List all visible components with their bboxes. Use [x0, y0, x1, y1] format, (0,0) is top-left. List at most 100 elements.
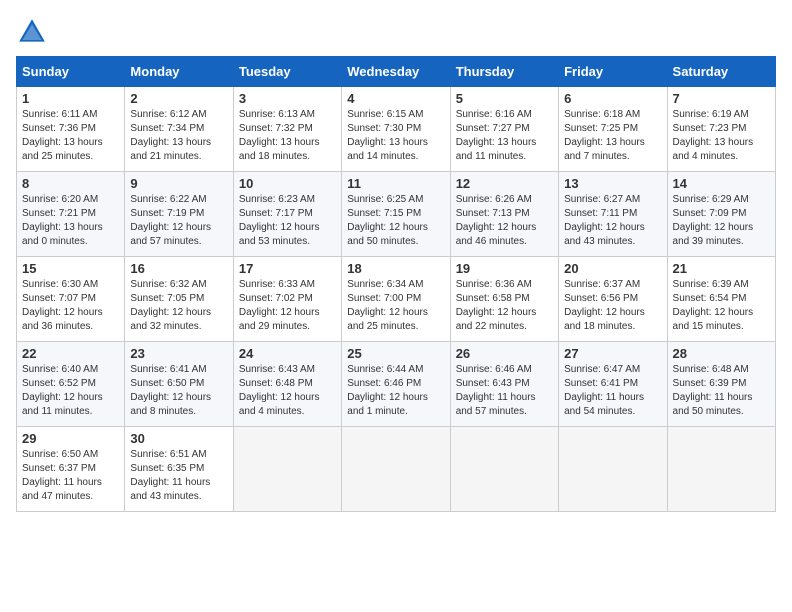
calendar-cell: 23 Sunrise: 6:41 AM Sunset: 6:50 PM Dayli… [125, 342, 233, 427]
cell-content: Sunrise: 6:13 AM Sunset: 7:32 PM Dayligh… [239, 108, 336, 164]
cell-content: Sunrise: 6:29 AM Sunset: 7:09 PM Dayligh… [673, 193, 770, 249]
calendar-cell: 12Sunrise: 6:26 AM Sunset: 7:13 PM Dayli… [450, 172, 558, 257]
day-number: 4 [347, 91, 444, 106]
calendar-cell: 27 Sunrise: 6:47 AM Sunset: 6:41 PM Dayli… [559, 342, 667, 427]
calendar-cell: 21 Sunrise: 6:39 AM Sunset: 6:54 PM Dayli… [667, 257, 775, 342]
cell-content: Sunrise: 6:41 AM Sunset: 6:50 PM Dayligh… [130, 363, 227, 419]
day-number: 27 [564, 346, 661, 361]
calendar-cell: 19 Sunrise: 6:36 AM Sunset: 6:58 PM Dayli… [450, 257, 558, 342]
logo-icon [16, 16, 48, 48]
cell-content: Sunrise: 6:16 AM Sunset: 7:27 PM Dayligh… [456, 108, 553, 164]
day-number: 22 [22, 346, 119, 361]
day-number: 14 [673, 176, 770, 191]
calendar-cell [450, 427, 558, 512]
cell-content: Sunrise: 6:19 AM Sunset: 7:23 PM Dayligh… [673, 108, 770, 164]
cell-content: Sunrise: 6:48 AM Sunset: 6:39 PM Dayligh… [673, 363, 770, 419]
calendar-table: SundayMondayTuesdayWednesdayThursdayFrid… [16, 56, 776, 512]
calendar-cell: 6 Sunrise: 6:18 AM Sunset: 7:25 PM Daylig… [559, 87, 667, 172]
calendar-body: 1Sunrise: 6:11 AM Sunset: 7:36 PM Daylig… [17, 87, 776, 512]
cell-content: Sunrise: 6:30 AM Sunset: 7:07 PM Dayligh… [22, 278, 119, 334]
day-number: 30 [130, 431, 227, 446]
calendar-week-row: 22Sunrise: 6:40 AM Sunset: 6:52 PM Dayli… [17, 342, 776, 427]
calendar-cell: 9 Sunrise: 6:22 AM Sunset: 7:19 PM Daylig… [125, 172, 233, 257]
calendar-cell: 22Sunrise: 6:40 AM Sunset: 6:52 PM Dayli… [17, 342, 125, 427]
calendar-cell: 28 Sunrise: 6:48 AM Sunset: 6:39 PM Dayli… [667, 342, 775, 427]
day-number: 20 [564, 261, 661, 276]
cell-content: Sunrise: 6:27 AM Sunset: 7:11 PM Dayligh… [564, 193, 661, 249]
day-number: 6 [564, 91, 661, 106]
calendar-week-row: 1Sunrise: 6:11 AM Sunset: 7:36 PM Daylig… [17, 87, 776, 172]
day-number: 15 [22, 261, 119, 276]
day-number: 28 [673, 346, 770, 361]
calendar-cell: 3 Sunrise: 6:13 AM Sunset: 7:32 PM Daylig… [233, 87, 341, 172]
day-number: 5 [456, 91, 553, 106]
day-number: 19 [456, 261, 553, 276]
cell-content: Sunrise: 6:18 AM Sunset: 7:25 PM Dayligh… [564, 108, 661, 164]
calendar-cell: 24 Sunrise: 6:43 AM Sunset: 6:48 PM Dayli… [233, 342, 341, 427]
calendar-cell: 2 Sunrise: 6:12 AM Sunset: 7:34 PM Daylig… [125, 87, 233, 172]
calendar-week-row: 29 Sunrise: 6:50 AM Sunset: 6:37 PM Dayli… [17, 427, 776, 512]
cell-content: Sunrise: 6:47 AM Sunset: 6:41 PM Dayligh… [564, 363, 661, 419]
day-number: 18 [347, 261, 444, 276]
weekday-header: Saturday [667, 57, 775, 87]
cell-content: Sunrise: 6:23 AM Sunset: 7:17 PM Dayligh… [239, 193, 336, 249]
day-number: 25 [347, 346, 444, 361]
calendar-cell: 20Sunrise: 6:37 AM Sunset: 6:56 PM Dayli… [559, 257, 667, 342]
calendar-cell: 29 Sunrise: 6:50 AM Sunset: 6:37 PM Dayli… [17, 427, 125, 512]
calendar-cell [233, 427, 341, 512]
day-number: 17 [239, 261, 336, 276]
cell-content: Sunrise: 6:32 AM Sunset: 7:05 PM Dayligh… [130, 278, 227, 334]
calendar-cell: 16 Sunrise: 6:32 AM Sunset: 7:05 PM Dayli… [125, 257, 233, 342]
calendar-cell: 30 Sunrise: 6:51 AM Sunset: 6:35 PM Dayli… [125, 427, 233, 512]
day-number: 7 [673, 91, 770, 106]
cell-content: Sunrise: 6:50 AM Sunset: 6:37 PM Dayligh… [22, 448, 119, 504]
day-number: 26 [456, 346, 553, 361]
cell-content: Sunrise: 6:33 AM Sunset: 7:02 PM Dayligh… [239, 278, 336, 334]
weekday-header: Tuesday [233, 57, 341, 87]
calendar-cell: 25Sunrise: 6:44 AM Sunset: 6:46 PM Dayli… [342, 342, 450, 427]
cell-content: Sunrise: 6:39 AM Sunset: 6:54 PM Dayligh… [673, 278, 770, 334]
day-number: 2 [130, 91, 227, 106]
weekday-header: Sunday [17, 57, 125, 87]
cell-content: Sunrise: 6:51 AM Sunset: 6:35 PM Dayligh… [130, 448, 227, 504]
calendar-cell: 15 Sunrise: 6:30 AM Sunset: 7:07 PM Dayli… [17, 257, 125, 342]
calendar-cell: 14 Sunrise: 6:29 AM Sunset: 7:09 PM Dayli… [667, 172, 775, 257]
calendar-cell: 8 Sunrise: 6:20 AM Sunset: 7:21 PM Daylig… [17, 172, 125, 257]
cell-content: Sunrise: 6:20 AM Sunset: 7:21 PM Dayligh… [22, 193, 119, 249]
cell-content: Sunrise: 6:22 AM Sunset: 7:19 PM Dayligh… [130, 193, 227, 249]
day-number: 21 [673, 261, 770, 276]
cell-content: Sunrise: 6:36 AM Sunset: 6:58 PM Dayligh… [456, 278, 553, 334]
calendar-cell: 26 Sunrise: 6:46 AM Sunset: 6:43 PM Dayli… [450, 342, 558, 427]
weekday-header: Wednesday [342, 57, 450, 87]
calendar-cell [559, 427, 667, 512]
day-number: 12 [456, 176, 553, 191]
weekday-header: Monday [125, 57, 233, 87]
calendar-cell: 7 Sunrise: 6:19 AM Sunset: 7:23 PM Daylig… [667, 87, 775, 172]
weekday-header: Friday [559, 57, 667, 87]
day-number: 9 [130, 176, 227, 191]
calendar-header-row: SundayMondayTuesdayWednesdayThursdayFrid… [17, 57, 776, 87]
day-number: 23 [130, 346, 227, 361]
weekday-header: Thursday [450, 57, 558, 87]
cell-content: Sunrise: 6:15 AM Sunset: 7:30 PM Dayligh… [347, 108, 444, 164]
day-number: 29 [22, 431, 119, 446]
day-number: 13 [564, 176, 661, 191]
calendar-cell: 11Sunrise: 6:25 AM Sunset: 7:15 PM Dayli… [342, 172, 450, 257]
day-number: 11 [347, 176, 444, 191]
page-header [16, 16, 776, 48]
calendar-cell: 17 Sunrise: 6:33 AM Sunset: 7:02 PM Dayli… [233, 257, 341, 342]
calendar-cell: 5 Sunrise: 6:16 AM Sunset: 7:27 PM Daylig… [450, 87, 558, 172]
cell-content: Sunrise: 6:12 AM Sunset: 7:34 PM Dayligh… [130, 108, 227, 164]
day-number: 16 [130, 261, 227, 276]
cell-content: Sunrise: 6:43 AM Sunset: 6:48 PM Dayligh… [239, 363, 336, 419]
cell-content: Sunrise: 6:46 AM Sunset: 6:43 PM Dayligh… [456, 363, 553, 419]
logo [16, 16, 52, 48]
day-number: 24 [239, 346, 336, 361]
day-number: 8 [22, 176, 119, 191]
cell-content: Sunrise: 6:11 AM Sunset: 7:36 PM Dayligh… [22, 108, 119, 164]
cell-content: Sunrise: 6:34 AM Sunset: 7:00 PM Dayligh… [347, 278, 444, 334]
calendar-cell: 10Sunrise: 6:23 AM Sunset: 7:17 PM Dayli… [233, 172, 341, 257]
calendar-cell: 4 Sunrise: 6:15 AM Sunset: 7:30 PM Daylig… [342, 87, 450, 172]
calendar-cell [667, 427, 775, 512]
day-number: 3 [239, 91, 336, 106]
